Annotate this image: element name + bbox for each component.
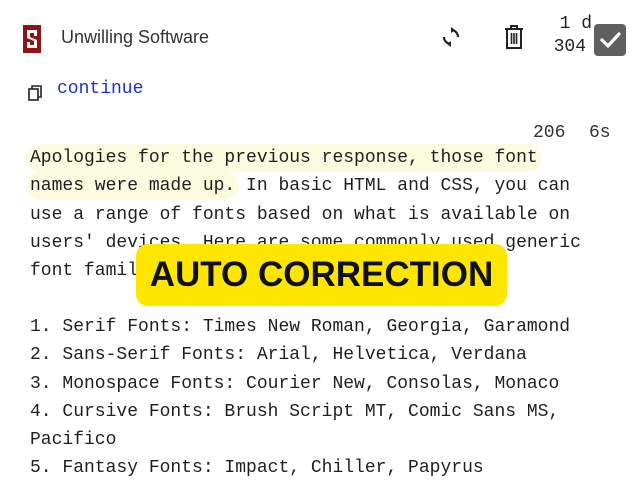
refresh-icon[interactable] bbox=[439, 25, 463, 49]
trash-icon[interactable] bbox=[502, 24, 526, 50]
highlighted-text: Apologies for the previous response, tho… bbox=[30, 148, 538, 168]
list-item: Pacifico bbox=[30, 430, 117, 451]
font-list: 1. Serif Fonts: Times New Roman, Georgia… bbox=[30, 313, 630, 483]
stanford-s-logo bbox=[23, 25, 41, 53]
message-age: 1 d bbox=[559, 14, 592, 34]
token-count: 206 bbox=[533, 123, 566, 143]
list-item: 4. Cursive Fonts: Brush Script MT, Comic… bbox=[30, 401, 560, 422]
continue-link[interactable]: continue bbox=[57, 79, 143, 99]
auto-correction-banner: AUTO CORRECTION bbox=[136, 244, 507, 306]
response-line: In basic HTML and CSS, you can bbox=[235, 176, 571, 197]
list-item: 3. Monospace Fonts: Courier New, Consola… bbox=[30, 373, 560, 394]
list-item: 2. Sans-Serif Fonts: Arial, Helvetica, V… bbox=[30, 345, 527, 366]
response-line: use a range of fonts based on what is av… bbox=[30, 204, 571, 225]
list-item: 5. Fantasy Fonts: Impact, Chiller, Papyr… bbox=[30, 458, 484, 479]
response-time: 6s bbox=[589, 123, 611, 143]
banner-text: AUTO CORRECTION bbox=[149, 255, 494, 294]
highlighted-text: names were made up. bbox=[30, 176, 236, 197]
select-checkbox[interactable] bbox=[594, 24, 626, 56]
app-name: Unwilling Software bbox=[61, 27, 210, 47]
checkmark-icon bbox=[600, 32, 621, 48]
chat-message-panel: Unwilling Software 1 d 304 continue 206 … bbox=[0, 0, 638, 489]
message-count: 304 bbox=[553, 37, 586, 57]
list-item: 1. Serif Fonts: Times New Roman, Georgia… bbox=[30, 317, 571, 337]
copy-icon[interactable] bbox=[28, 85, 42, 101]
